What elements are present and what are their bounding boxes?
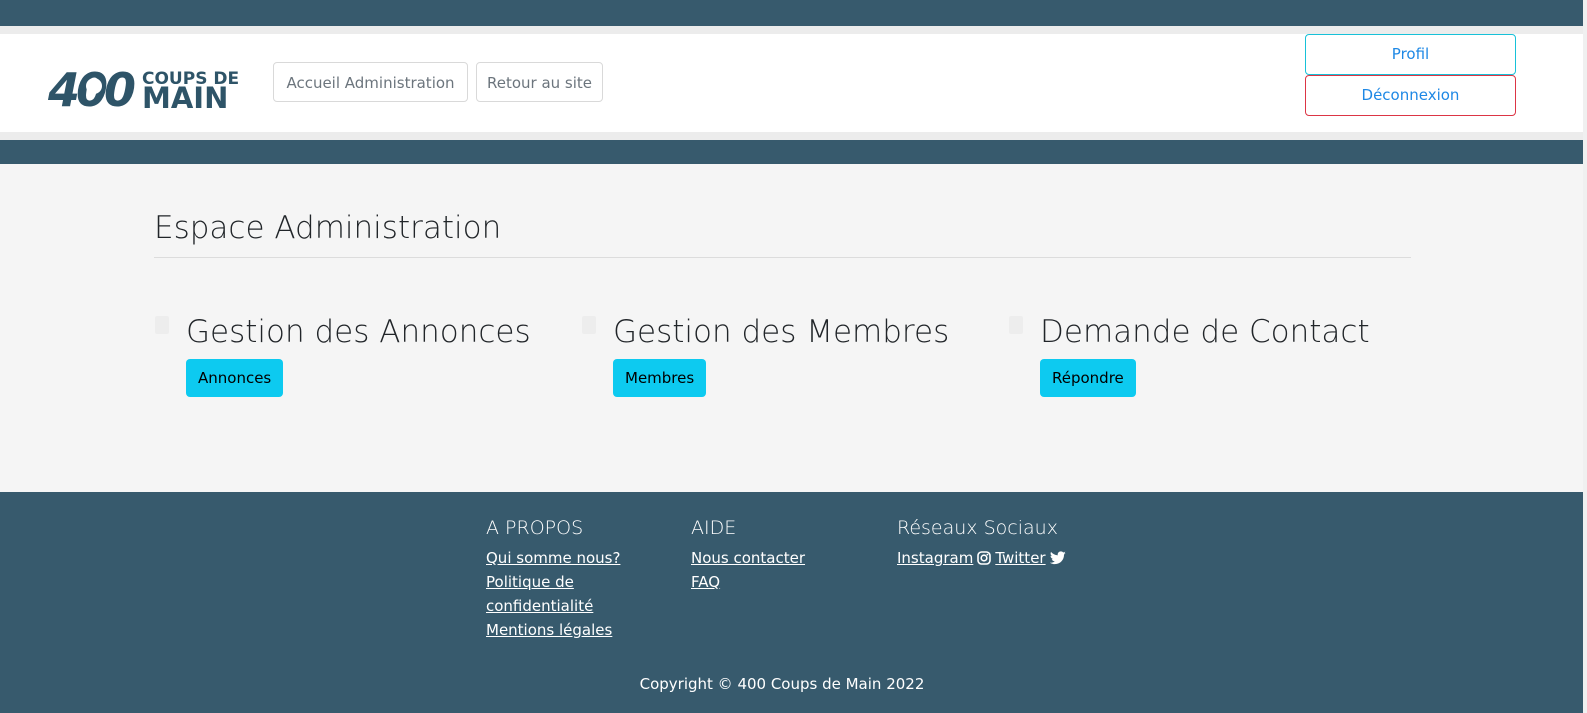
footer-social: Réseaux Sociaux Instagram Twitter	[897, 516, 1117, 570]
instagram-icon	[977, 551, 992, 565]
page-title: Espace Administration	[154, 210, 502, 246]
copyright: Copyright © 400 Coups de Main 2022	[639, 675, 925, 693]
footer-link-privacy[interactable]: Politique de confidentialité	[486, 570, 646, 618]
footer-help-title: AIDE	[691, 517, 737, 539]
profile-button[interactable]: Profil	[1305, 34, 1516, 75]
nav-admin-home[interactable]: Accueil Administration	[273, 62, 468, 102]
card-icon	[155, 316, 169, 334]
window-edge	[1583, 0, 1587, 713]
nav-back-to-site[interactable]: Retour au site	[476, 62, 603, 102]
footer-link-contact[interactable]: Nous contacter	[691, 546, 851, 570]
site-header: 400 COUPS DE MAIN Accueil Administration…	[0, 34, 1583, 132]
sub-bar	[0, 140, 1583, 164]
top-bar	[0, 0, 1587, 26]
members-button[interactable]: Membres	[613, 359, 707, 397]
footer-link-instagram[interactable]: Instagram	[897, 546, 973, 570]
header-shade	[0, 132, 1587, 140]
footer-about: A PROPOS Qui somme nous? Politique de co…	[486, 516, 646, 642]
footer-link-faq[interactable]: FAQ	[691, 570, 851, 594]
footer-help: AIDE Nous contacter FAQ	[691, 516, 851, 594]
card-icon	[1009, 316, 1023, 334]
logo-line2: MAIN	[142, 81, 228, 112]
top-bar-shade	[0, 26, 1587, 34]
card-icon	[582, 316, 596, 334]
site-logo[interactable]: 400 COUPS DE MAIN	[48, 62, 244, 112]
logout-button[interactable]: Déconnexion	[1305, 75, 1516, 116]
card-heading: Gestion des Membres	[613, 314, 950, 350]
card-heading: Demande de Contact	[1040, 314, 1370, 350]
twitter-icon	[1049, 551, 1066, 565]
footer-link-twitter[interactable]: Twitter	[995, 546, 1045, 570]
fist-icon	[86, 78, 102, 94]
title-divider	[154, 257, 1411, 258]
social-links: Instagram Twitter	[897, 546, 1117, 570]
card-heading: Gestion des Annonces	[186, 314, 531, 350]
footer-about-title: A PROPOS	[486, 517, 584, 539]
site-footer: A PROPOS Qui somme nous? Politique de co…	[0, 492, 1587, 713]
footer-link-legal[interactable]: Mentions légales	[486, 618, 646, 642]
footer-social-title: Réseaux Sociaux	[897, 517, 1058, 539]
reply-button[interactable]: Répondre	[1040, 359, 1136, 397]
footer-link-about-us[interactable]: Qui somme nous?	[486, 546, 646, 570]
ads-button[interactable]: Annonces	[186, 359, 284, 397]
